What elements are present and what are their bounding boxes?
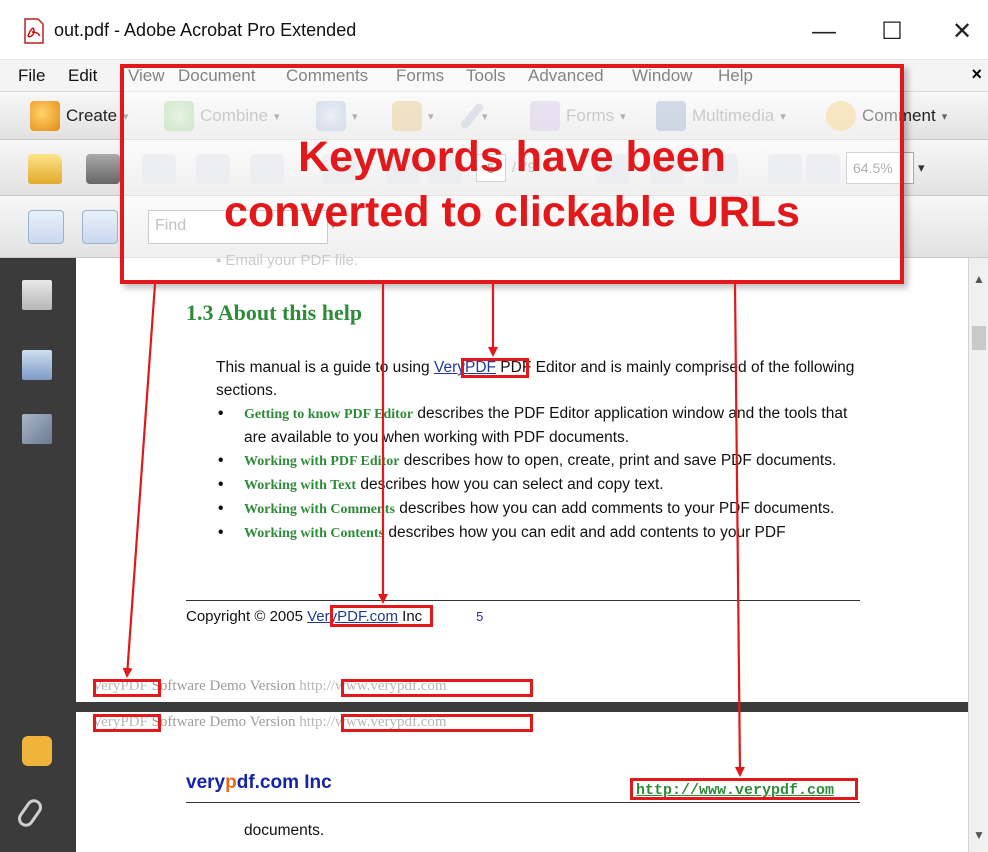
list-item: Getting to know PDF Editor describes the… bbox=[216, 402, 860, 449]
highlight-box-demo-brand-2 bbox=[93, 714, 161, 732]
highlight-box-demo-url-2 bbox=[341, 714, 533, 732]
fit-page-icon[interactable] bbox=[82, 210, 118, 244]
create-label: Create bbox=[66, 106, 118, 125]
window-title: out.pdf - Adobe Acrobat Pro Extended bbox=[54, 20, 357, 40]
section-link[interactable]: Getting to know PDF Editor bbox=[244, 407, 413, 422]
logo-text-p: p bbox=[225, 772, 237, 793]
demo-text: Software Demo Version bbox=[147, 714, 300, 730]
annotation-callout: Keywords have been converted to clickabl… bbox=[120, 64, 904, 284]
callout-text: Keywords have been converted to clickabl… bbox=[124, 130, 900, 240]
list-item-text: describes how you can select and copy te… bbox=[356, 476, 664, 493]
menu-file[interactable]: File bbox=[18, 66, 45, 86]
close-button[interactable]: ✕ bbox=[940, 12, 984, 52]
pdf-file-icon bbox=[24, 18, 44, 44]
demo-text: Software Demo Version bbox=[147, 678, 300, 694]
section-heading: 1.3 About this help bbox=[186, 300, 363, 325]
section-link[interactable]: Working with Contents bbox=[244, 526, 384, 541]
intro-paragraph: This manual is a guide to using VeryPDF … bbox=[216, 356, 860, 402]
page-separator bbox=[76, 702, 968, 712]
pages-icon[interactable] bbox=[22, 280, 52, 310]
logo-text-a: very bbox=[186, 772, 226, 793]
signatures-icon[interactable] bbox=[22, 414, 52, 444]
highlight-box-demo-url-1 bbox=[341, 679, 533, 697]
copyright-prefix: Copyright © 2005 bbox=[186, 608, 308, 625]
list-item: Working with Text describes how you can … bbox=[216, 473, 860, 497]
highlight-box-header-url bbox=[630, 778, 858, 800]
document-view: ▪ Email your PDF file. 1.3 About this he… bbox=[76, 252, 968, 852]
minimize-button[interactable]: — bbox=[802, 12, 846, 52]
scroll-up-icon[interactable]: ▲ bbox=[973, 272, 985, 286]
menu-edit[interactable]: Edit bbox=[68, 66, 97, 86]
callout-line-1: Keywords have been bbox=[298, 133, 726, 181]
section-link[interactable]: Working with PDF Editor bbox=[244, 454, 399, 469]
continued-text: documents. bbox=[244, 822, 325, 839]
title-bar: out.pdf - Adobe Acrobat Pro Extended — ☐… bbox=[0, 0, 988, 60]
scroll-down-icon[interactable]: ▼ bbox=[973, 828, 985, 842]
list-item-text: describes how you can add comments to yo… bbox=[394, 500, 835, 517]
list-item-text: describes how you can edit and add conte… bbox=[384, 524, 786, 541]
list-item: Working with Comments describes how you … bbox=[216, 497, 860, 521]
open-folder-icon[interactable] bbox=[28, 154, 62, 184]
printer-icon[interactable] bbox=[86, 154, 120, 184]
section-link[interactable]: Working with Comments bbox=[244, 502, 395, 517]
scroll-thumb[interactable] bbox=[972, 326, 986, 350]
highlight-box-verypdf bbox=[461, 358, 529, 378]
navigation-panel bbox=[0, 258, 76, 852]
document-close-button[interactable]: × bbox=[971, 64, 982, 85]
create-button[interactable]: Create ▾ bbox=[30, 100, 129, 132]
sections-list: Getting to know PDF Editor describes the… bbox=[216, 402, 860, 545]
list-item-text: describes how to open, create, print and… bbox=[399, 452, 837, 469]
intro-text-before: This manual is a guide to using bbox=[216, 359, 434, 376]
callout-line-2: converted to clickable URLs bbox=[224, 188, 800, 236]
section-link[interactable]: Working with Text bbox=[244, 478, 356, 493]
fit-width-icon[interactable] bbox=[28, 210, 64, 244]
verypdf-logo: verypdf.com Inc bbox=[186, 772, 332, 794]
list-item: Working with PDF Editor describes how to… bbox=[216, 449, 860, 473]
highlight-box-demo-brand-1 bbox=[93, 679, 161, 697]
footer-divider bbox=[186, 600, 860, 601]
logo-text-b: df.com Inc bbox=[236, 772, 332, 793]
vertical-scrollbar[interactable]: ▲ ▼ bbox=[968, 258, 988, 852]
comments-icon[interactable] bbox=[22, 736, 52, 766]
list-item: Working with Contents describes how you … bbox=[216, 521, 860, 545]
create-icon bbox=[30, 101, 60, 131]
page-number: 5 bbox=[476, 609, 484, 624]
bookmarks-icon[interactable] bbox=[22, 350, 52, 380]
chevron-down-icon: ▾ bbox=[941, 110, 948, 123]
zoom-dropdown-icon[interactable]: ▾ bbox=[918, 160, 925, 176]
attachment-icon[interactable] bbox=[14, 796, 46, 830]
header-divider bbox=[186, 802, 860, 803]
maximize-button[interactable]: ☐ bbox=[870, 12, 914, 52]
highlight-box-verypdf-com bbox=[330, 605, 433, 627]
